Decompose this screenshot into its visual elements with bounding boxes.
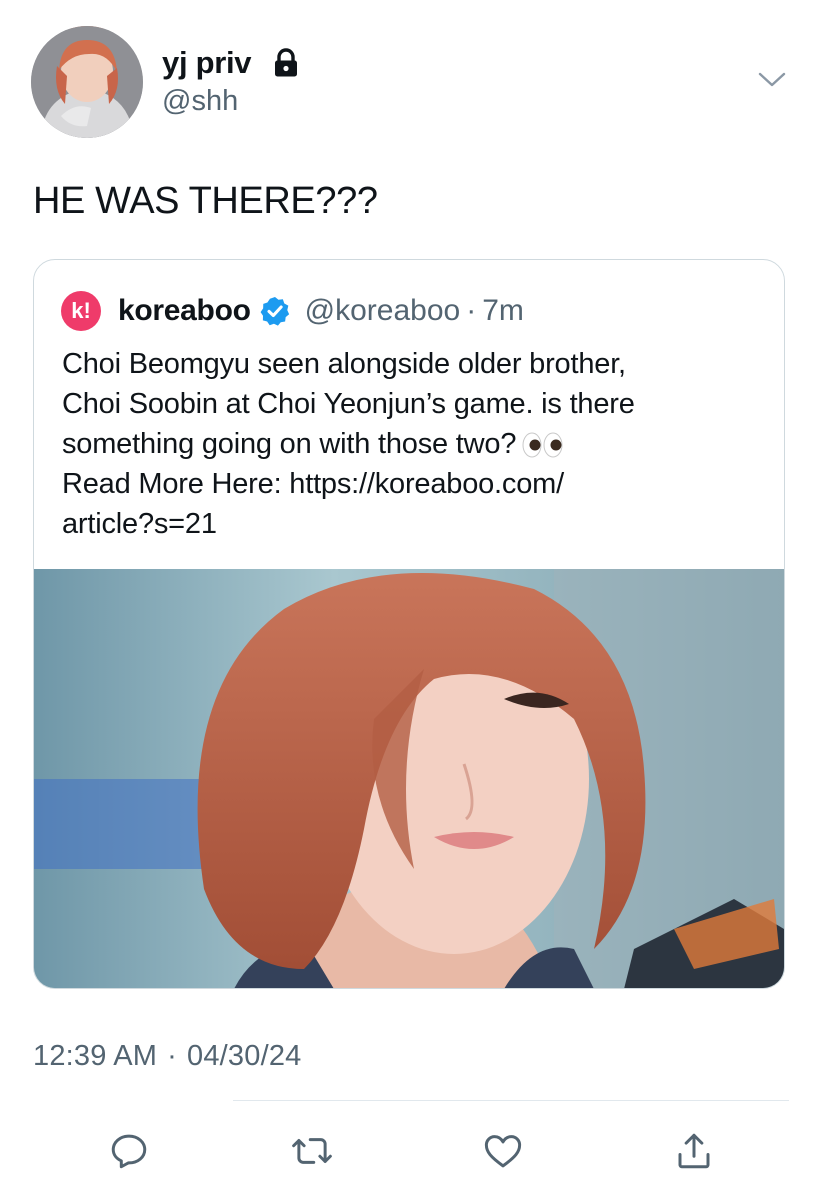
tweet-time: 12:39 AM (33, 1040, 158, 1072)
quoted-tweet-time: 7m (482, 294, 524, 327)
avatar[interactable] (31, 26, 143, 138)
quoted-author-name[interactable]: koreaboo (118, 294, 251, 328)
reply-button[interactable] (106, 1128, 152, 1174)
reply-icon (111, 1134, 147, 1169)
author-display-name[interactable]: yj priv (162, 45, 252, 81)
retweet-button[interactable] (289, 1128, 335, 1174)
quoted-tweet-image[interactable] (34, 569, 784, 988)
share-button[interactable] (671, 1128, 717, 1174)
quoted-author-handle[interactable]: @koreaboo (305, 294, 461, 328)
retweet-icon (292, 1138, 332, 1164)
divider (233, 1100, 789, 1101)
verified-badge-icon (260, 297, 289, 326)
koreaboo-logo: k! (61, 291, 101, 331)
eyes-emoji-icon (522, 432, 563, 458)
chevron-down-icon[interactable] (757, 68, 787, 90)
portrait-photo (34, 569, 784, 988)
timestamp-separator: · (167, 1040, 177, 1072)
separator-dot: · (466, 294, 477, 327)
tweet-date: 04/30/24 (187, 1040, 302, 1072)
quoted-line-3-wrap: something going on with those two? (62, 424, 777, 464)
quoted-line-2: Choi Soobin at Choi Yeonjun’s game. is t… (62, 388, 635, 420)
avatar-photo (31, 26, 143, 138)
quoted-line-3: something going on with those two? (62, 428, 517, 460)
tweet-text: HE WAS THERE??? (33, 180, 378, 222)
quoted-tweet-card[interactable]: k! koreaboo @koreaboo · 7m Choi Beomgyu … (33, 259, 785, 989)
quoted-line-1: Choi Beomgyu seen alongside older brothe… (62, 348, 626, 380)
quoted-link-line-1[interactable]: Read More Here: https://koreaboo.com/ (62, 464, 777, 504)
lock-icon (275, 48, 297, 77)
author-handle[interactable]: @shh (162, 85, 238, 118)
quoted-tweet-text: Choi Beomgyu seen alongside older brothe… (62, 344, 777, 544)
like-button[interactable] (480, 1128, 526, 1174)
quoted-link-line-2[interactable]: article?s=21 (62, 504, 777, 544)
heart-icon (484, 1135, 522, 1168)
tweet-timestamp: 12:39 AM · 04/30/24 (33, 1040, 312, 1073)
share-icon (678, 1133, 710, 1169)
quoted-tweet-header: k! koreaboo @koreaboo · 7m (61, 291, 524, 331)
